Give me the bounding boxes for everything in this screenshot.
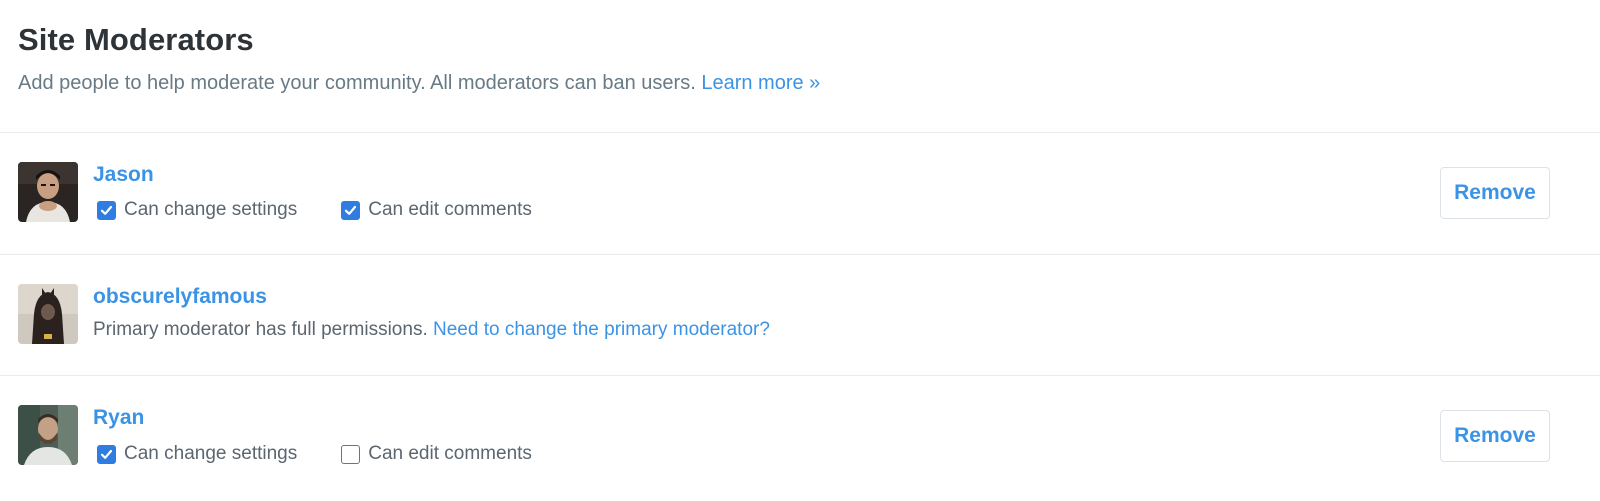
moderator-name[interactable]: obscurelyfamous (93, 284, 267, 310)
user-avatar-obscurelyfamous-icon (18, 284, 78, 344)
can-change-settings-option[interactable]: Can change settings (97, 442, 297, 466)
permissions: Can change settings Can edit comments (97, 198, 532, 222)
moderator-row: Jason Can change settings Can edit comme… (0, 133, 1600, 253)
checkbox-label: Can change settings (124, 199, 298, 220)
learn-more-link[interactable]: Learn more » (701, 72, 820, 94)
moderator-row: Ryan Can change settings Can edit commen… (0, 376, 1600, 496)
can-edit-comments-option[interactable]: Can edit comments (341, 198, 532, 222)
moderator-name[interactable]: Jason (93, 162, 154, 188)
user-avatar-jason-icon (18, 162, 78, 222)
permissions: Can change settings Can edit comments (97, 442, 532, 466)
avatar[interactable] (18, 284, 78, 344)
header: Site Moderators Add people to help moder… (18, 20, 1578, 96)
remove-button[interactable]: Remove (1440, 167, 1550, 219)
change-primary-moderator-link[interactable]: Need to change the primary moderator? (433, 319, 770, 340)
checkmark-icon (100, 205, 113, 215)
primary-moderator-note: Primary moderator has full permissions. … (93, 318, 770, 342)
user-avatar-ryan-icon (18, 405, 78, 465)
avatar[interactable] (18, 405, 78, 465)
note-text: Primary moderator has full permissions. (93, 319, 428, 340)
checkmark-icon (100, 449, 113, 459)
can-edit-comments-checkbox[interactable] (341, 444, 361, 464)
can-edit-comments-option[interactable]: Can edit comments (341, 442, 532, 466)
page-subtitle: Add people to help moderate your communi… (18, 70, 1578, 96)
page-title: Site Moderators (18, 22, 254, 57)
checkbox-label: Can edit comments (368, 443, 532, 464)
avatar[interactable] (18, 162, 78, 222)
moderator-row: obscurelyfamous Primary moderator has fu… (0, 255, 1600, 375)
can-change-settings-checkbox[interactable] (97, 200, 116, 220)
subtitle-text: Add people to help moderate your communi… (18, 72, 696, 94)
can-change-settings-option[interactable]: Can change settings (97, 198, 297, 222)
remove-button[interactable]: Remove (1440, 410, 1550, 462)
checkbox-label: Can edit comments (368, 199, 532, 220)
can-edit-comments-checkbox[interactable] (341, 200, 361, 220)
moderator-name[interactable]: Ryan (93, 405, 144, 431)
site-moderators-panel: Site Moderators Add people to help moder… (0, 0, 1600, 501)
checkmark-icon (345, 205, 357, 215)
can-change-settings-checkbox[interactable] (97, 444, 116, 464)
checkbox-label: Can change settings (124, 443, 298, 464)
